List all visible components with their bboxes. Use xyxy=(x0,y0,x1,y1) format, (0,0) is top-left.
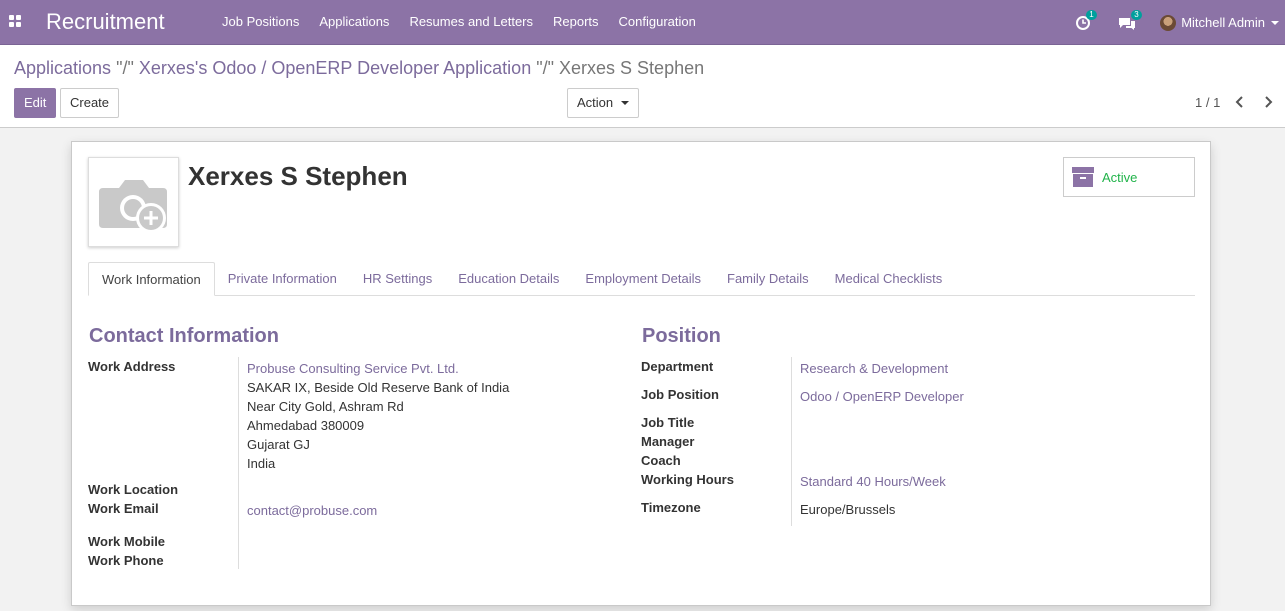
contact-information-title: Contact Information xyxy=(89,325,279,347)
work-phone-label: Work Phone xyxy=(88,553,164,568)
chevron-left-icon[interactable] xyxy=(1235,96,1245,108)
tab-family-details[interactable]: Family Details xyxy=(714,262,822,296)
archive-box-icon xyxy=(1072,167,1094,187)
field-divider xyxy=(238,357,239,569)
work-address-company-link[interactable]: Probuse Consulting Service Pvt. Ltd. xyxy=(247,361,459,376)
department-label: Department xyxy=(641,359,714,374)
address-line: India xyxy=(247,456,276,471)
timezone-label: Timezone xyxy=(641,500,701,515)
user-name: Mitchell Admin xyxy=(1181,15,1265,30)
job-position-label: Job Position xyxy=(641,387,719,402)
message-count-badge: 3 xyxy=(1131,9,1142,20)
systray: 1 3 Mitchell Admin xyxy=(1076,0,1285,45)
menu-resumes-letters[interactable]: Resumes and Letters xyxy=(399,0,543,45)
top-navbar: Recruitment Job Positions Applications R… xyxy=(0,0,1285,45)
chevron-down-icon xyxy=(1271,20,1279,25)
working-hours-label: Working Hours xyxy=(641,472,734,487)
activity-clock-icon[interactable]: 1 xyxy=(1076,9,1097,33)
menu-job-positions[interactable]: Job Positions xyxy=(212,0,309,45)
work-email-label: Work Email xyxy=(88,501,159,516)
tab-hr-settings[interactable]: HR Settings xyxy=(350,262,445,296)
edit-button[interactable]: Edit xyxy=(14,88,57,118)
tab-medical-checklists[interactable]: Medical Checklists xyxy=(822,262,956,296)
activity-count-badge: 1 xyxy=(1086,9,1097,20)
breadcrumb-separator: "/" xyxy=(536,58,554,78)
job-position-link[interactable]: Odoo / OpenERP Developer xyxy=(800,389,964,404)
employee-photo-upload[interactable] xyxy=(88,157,179,247)
work-mobile-label: Work Mobile xyxy=(88,534,166,549)
chevron-right-icon[interactable] xyxy=(1263,96,1273,108)
work-email-link[interactable]: contact@probuse.com xyxy=(247,503,377,518)
tab-employment-details[interactable]: Employment Details xyxy=(572,262,714,296)
messages-chat-icon[interactable]: 3 xyxy=(1118,9,1142,33)
active-toggle-button[interactable]: Active xyxy=(1063,157,1195,197)
camera-add-icon xyxy=(99,180,167,233)
tab-work-information[interactable]: Work Information xyxy=(88,262,215,296)
breadcrumb-separator: "/" xyxy=(116,58,134,78)
app-title: Recruitment xyxy=(46,9,165,34)
coach-label: Coach xyxy=(641,453,681,468)
breadcrumb-applications[interactable]: Applications xyxy=(14,58,111,78)
address-line: Near City Gold, Ashram Rd xyxy=(247,399,404,414)
address-line: Gujarat GJ xyxy=(247,437,310,452)
menu-reports[interactable]: Reports xyxy=(543,0,609,45)
menu-configuration[interactable]: Configuration xyxy=(609,0,706,45)
address-line: SAKAR IX, Beside Old Reserve Bank of Ind… xyxy=(247,380,510,395)
create-button[interactable]: Create xyxy=(60,88,120,118)
work-location-label: Work Location xyxy=(88,482,179,497)
employee-name: Xerxes S Stephen xyxy=(188,161,408,191)
manager-label: Manager xyxy=(641,434,695,449)
menu-applications[interactable]: Applications xyxy=(309,0,399,45)
work-address-label: Work Address xyxy=(88,359,176,374)
status-label: Active xyxy=(1102,169,1138,185)
department-link[interactable]: Research & Development xyxy=(800,361,948,376)
breadcrumb: Applications "/" Xerxes's Odoo / OpenERP… xyxy=(14,58,704,79)
action-dropdown-button[interactable]: Action xyxy=(567,88,639,118)
form-sheet: Xerxes S Stephen Active Work Information… xyxy=(71,141,1211,606)
breadcrumb-current: Xerxes S Stephen xyxy=(559,58,705,78)
form-tabs: Work Information Private Information HR … xyxy=(88,262,1195,296)
timezone-value: Europe/Brussels xyxy=(800,502,896,517)
avatar xyxy=(1160,14,1177,31)
tab-education-details[interactable]: Education Details xyxy=(445,262,572,296)
user-menu[interactable]: Mitchell Admin xyxy=(1160,14,1279,31)
chevron-down-icon xyxy=(621,101,630,105)
apps-menu-icon[interactable] xyxy=(9,15,21,27)
job-title-label: Job Title xyxy=(641,415,695,430)
field-divider xyxy=(791,357,792,526)
main-menu: Job Positions Applications Resumes and L… xyxy=(212,0,706,45)
position-title: Position xyxy=(642,325,721,347)
tab-private-information[interactable]: Private Information xyxy=(215,262,350,296)
pager-value[interactable]: 1 / 1 xyxy=(1195,95,1220,110)
control-panel: Applications "/" Xerxes's Odoo / OpenERP… xyxy=(0,45,1285,128)
action-label: Action xyxy=(577,95,614,110)
breadcrumb-application-record[interactable]: Xerxes's Odoo / OpenERP Developer Applic… xyxy=(139,58,531,78)
address-line: Ahmedabad 380009 xyxy=(247,418,365,433)
working-hours-link[interactable]: Standard 40 Hours/Week xyxy=(800,474,946,489)
